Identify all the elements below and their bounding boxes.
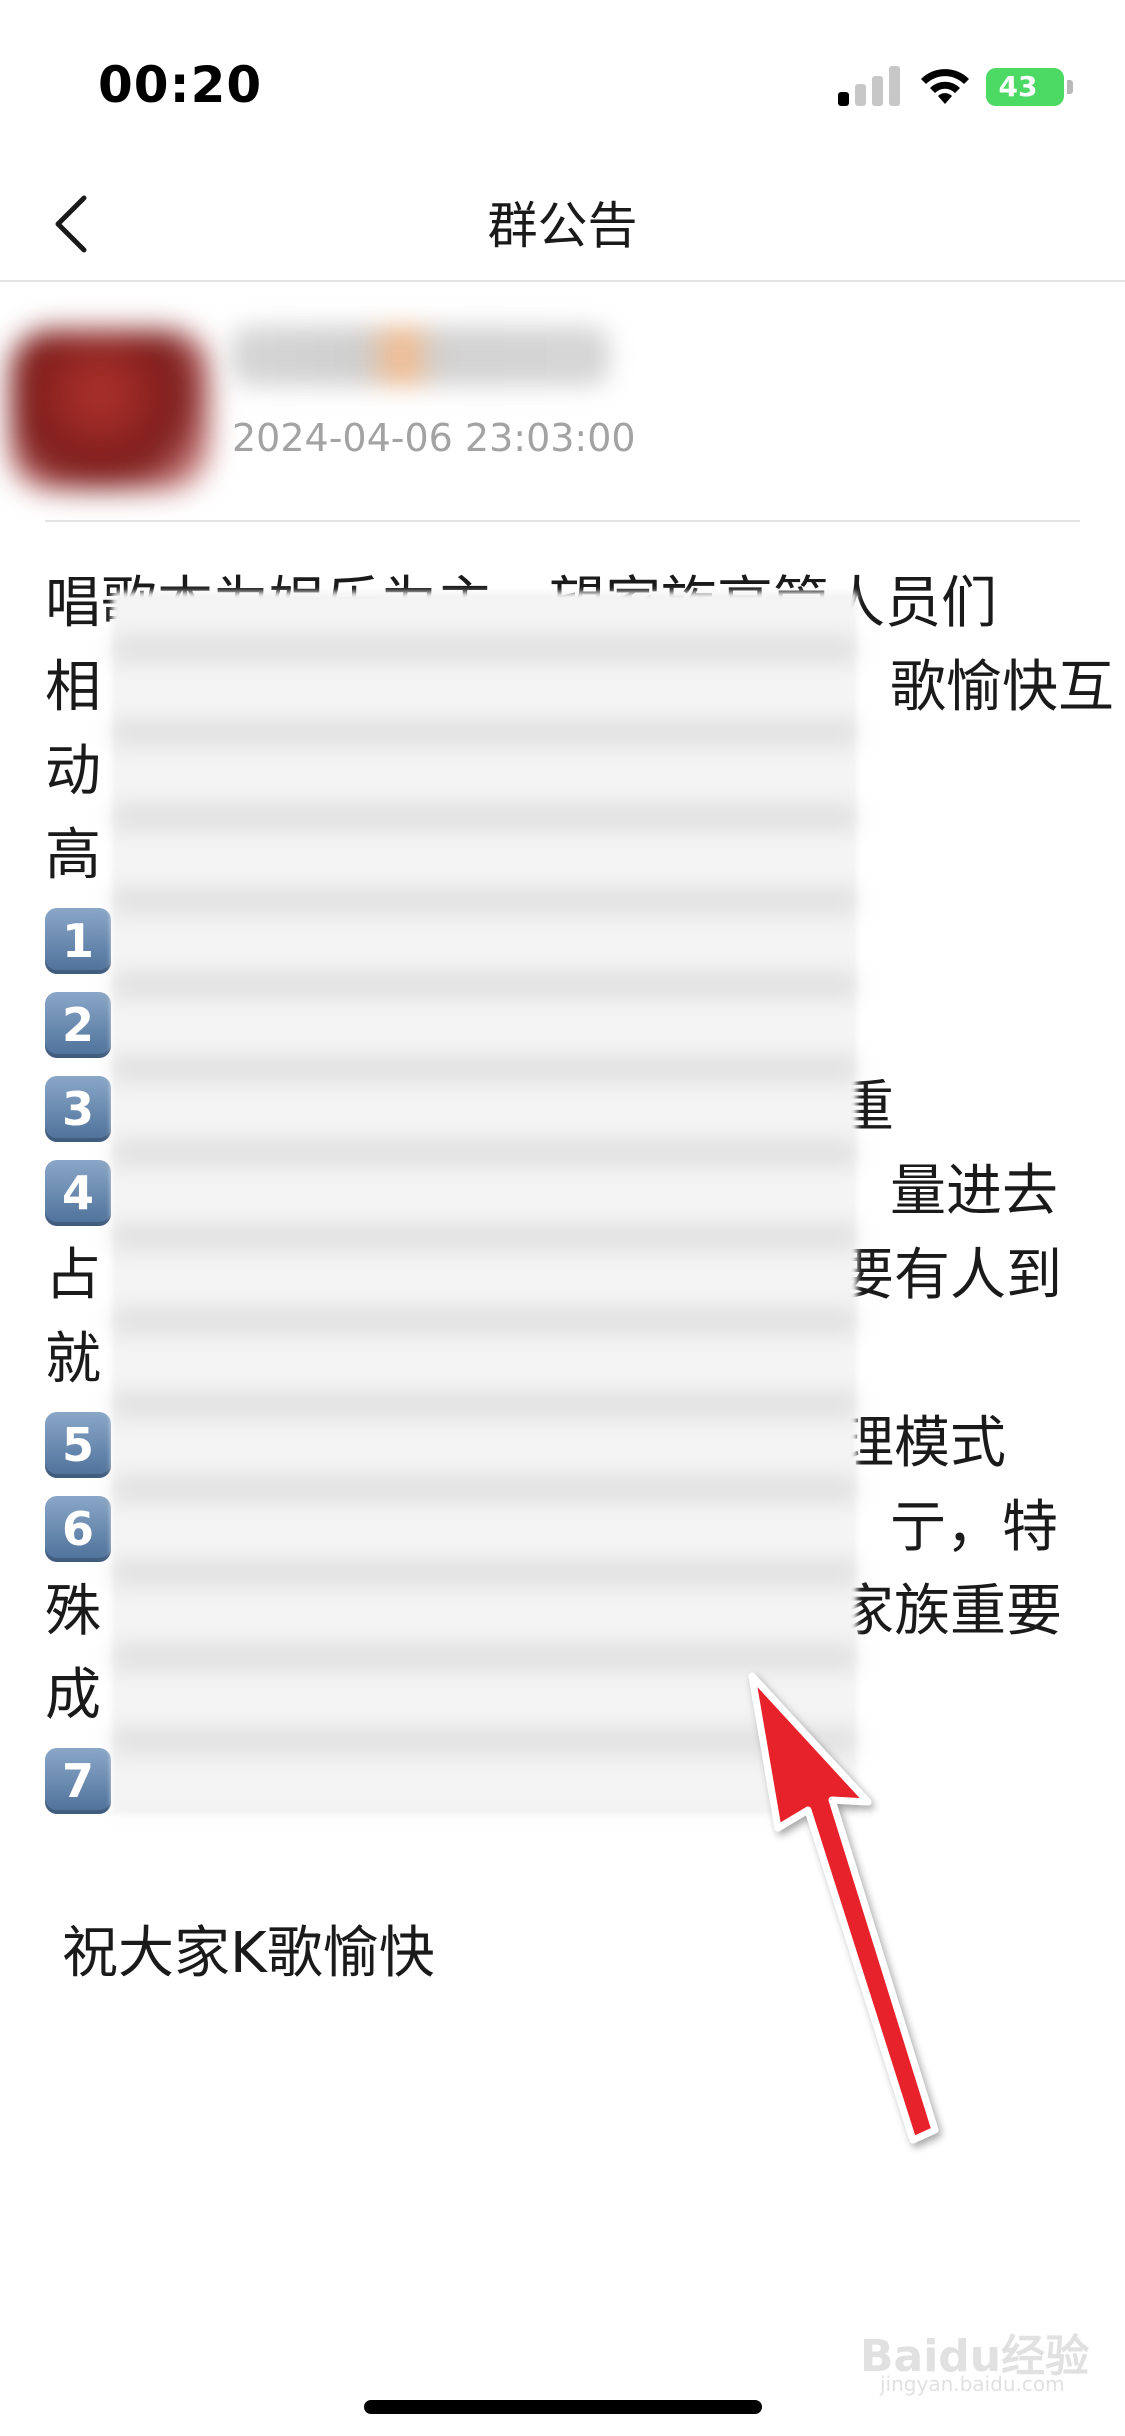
cellular-signal-icon <box>838 66 902 106</box>
red-arrow-annotation <box>748 1672 939 2144</box>
content-line-tail: 理模式 <box>838 1411 1006 1476</box>
content-line-tail: 亍，特 <box>890 1495 1058 1560</box>
number-badge: 6 <box>45 1496 111 1562</box>
content-line-tail: 家族重要 <box>838 1579 1062 1644</box>
status-time: 00:20 <box>98 56 263 114</box>
number-badge: 1 <box>45 908 111 974</box>
author-name <box>230 326 610 386</box>
status-bar: 00:20 43 <box>0 0 1125 170</box>
content-line: 高 <box>45 823 101 888</box>
content-line-tail: 量进去 <box>890 1159 1058 1224</box>
avatar[interactable] <box>10 330 210 490</box>
content-line: 相 <box>45 655 101 720</box>
content-line-tail: 要有人到 <box>838 1243 1062 1308</box>
content-line: 就 <box>45 1327 101 1392</box>
number-badge: 5 <box>45 1412 111 1478</box>
nav-bar: 群公告 <box>0 170 1125 282</box>
content-line: 占 <box>45 1243 101 1308</box>
watermark-url: jingyan.baidu.com <box>880 2372 1065 2396</box>
battery-level: 43 <box>998 70 1038 103</box>
redacted-blur-region <box>112 592 857 1814</box>
post-time: 2024-04-06 23:03:00 <box>232 416 636 460</box>
baidu-watermark: Baidu经验 jingyan.baidu.com <box>860 2320 1090 2400</box>
number-badge: 2 <box>45 992 111 1058</box>
number-badge: 3 <box>45 1076 111 1142</box>
content-line: 殊 <box>45 1579 101 1644</box>
content-line: 成 <box>45 1663 101 1728</box>
content-line-tail: 歌愉快互 <box>890 655 1114 720</box>
number-badge: 7 <box>45 1748 111 1814</box>
page-title: 群公告 <box>487 197 638 255</box>
announcement-author: 2024-04-06 23:03:00 <box>0 300 1125 500</box>
wifi-icon <box>921 69 969 104</box>
home-indicator[interactable] <box>364 2400 762 2414</box>
closing-text: 祝大家K歌愉快 <box>62 1921 435 1986</box>
number-badge: 4 <box>45 1160 111 1226</box>
content-line: 动 <box>45 739 101 804</box>
battery-tip <box>1067 80 1073 94</box>
divider <box>45 520 1080 522</box>
battery-icon: 43 <box>986 68 1064 106</box>
